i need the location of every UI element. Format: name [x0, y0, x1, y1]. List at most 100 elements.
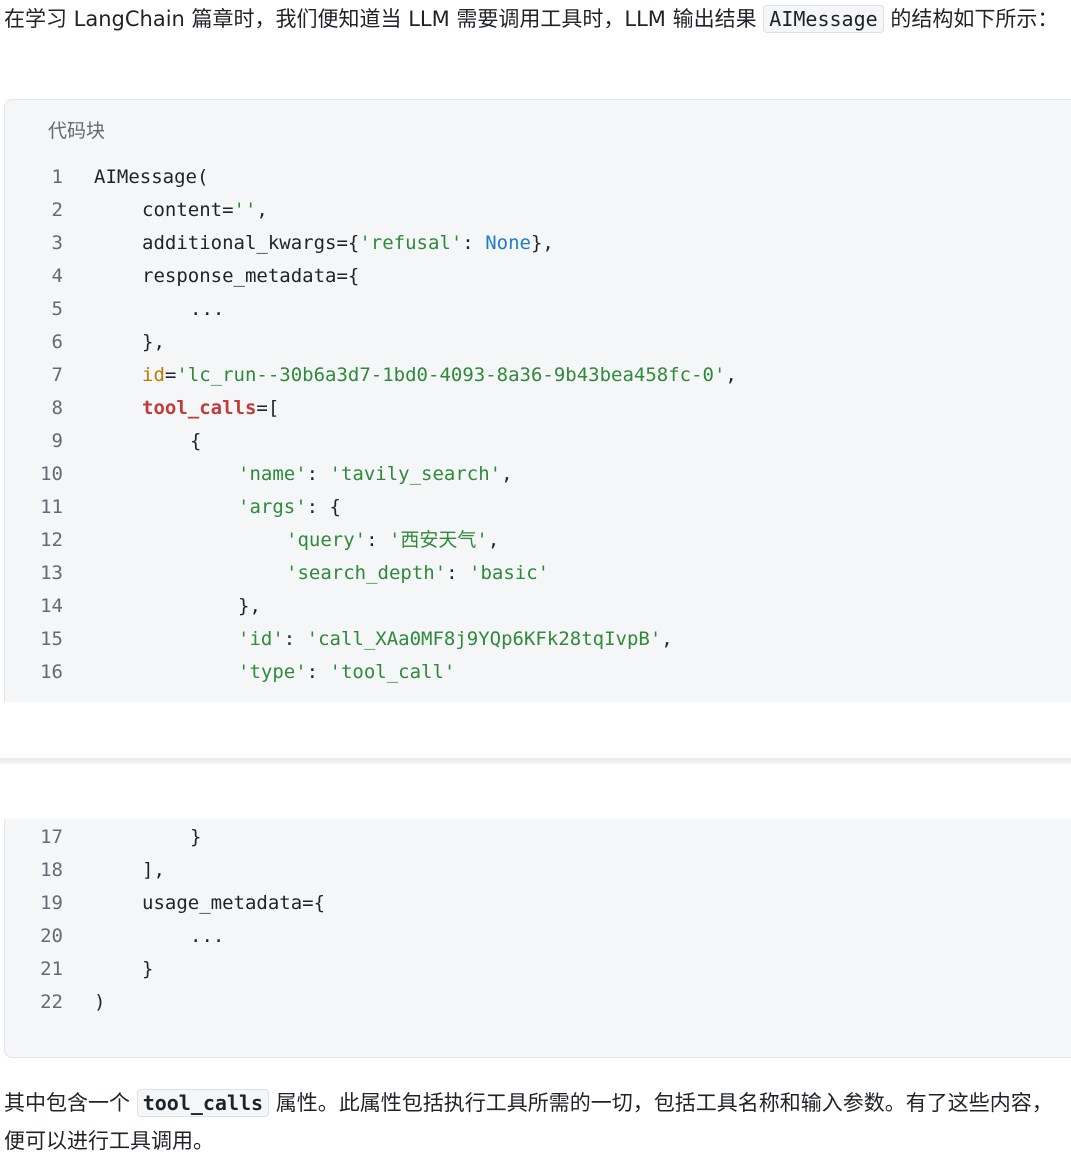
- code-token: },: [142, 331, 165, 353]
- code-token: 'lc_run--30b6a3d7-1bd0-4093-8a36-9b43bea…: [176, 364, 726, 386]
- line-code: },: [238, 590, 261, 623]
- intro-paragraph: 在学习 LangChain 篇章时，我们便知道当 LLM 需要调用工具时，LLM…: [4, 0, 1066, 38]
- line-number: 6: [51, 331, 63, 353]
- code-token: ,: [487, 529, 500, 551]
- code-token: content=: [142, 199, 234, 221]
- line-number: 9: [51, 430, 63, 452]
- line-number: 2: [51, 199, 63, 221]
- code-token: 'basic': [469, 562, 550, 584]
- line-number: 11: [40, 496, 63, 518]
- code-line: 3 additional_kwargs={'refusal': None},: [5, 227, 554, 260]
- code-token: {: [190, 430, 202, 452]
- code-token: },: [530, 232, 554, 254]
- line-code: 'name': 'tavily_search',: [238, 458, 513, 491]
- line-number: 15: [40, 628, 63, 650]
- code-token: =: [164, 364, 177, 386]
- code-token: 'tool_call': [329, 661, 456, 683]
- line-code: content='',: [142, 194, 268, 227]
- code-line: 9{: [5, 425, 202, 458]
- code-line: 21}: [5, 953, 153, 986]
- page-divider: [0, 758, 1071, 764]
- line-code: usage_metadata={: [142, 887, 325, 920]
- line-code: {: [190, 425, 201, 458]
- line-number: 22: [40, 991, 63, 1013]
- line-number: 14: [40, 595, 63, 617]
- line-code: 'id': 'call_XAa0MF8j9YQp6KFk28tqIvpB',: [238, 623, 673, 656]
- line-number: 17: [40, 826, 63, 848]
- line-code: tool_calls=[: [142, 392, 279, 425]
- line-code: id='lc_run--30b6a3d7-1bd0-4093-8a36-9b43…: [142, 359, 737, 392]
- code-line: 4 response_metadata={: [5, 260, 360, 293]
- line-number: 3: [51, 232, 63, 254]
- code-token: ,: [725, 364, 737, 386]
- line-number: 7: [51, 364, 63, 386]
- line-number: 5: [51, 298, 63, 320]
- intro-text-after: 的结构如下所示：: [883, 7, 1059, 31]
- code-token: 'tavily_search': [329, 463, 502, 485]
- code-token: ,: [256, 199, 268, 221]
- code-token: ,: [501, 463, 513, 485]
- code-token: 'query': [286, 529, 367, 551]
- code-token: 'refusal': [359, 232, 463, 254]
- code-line: 2 content='',: [5, 194, 268, 227]
- line-code: }: [190, 821, 201, 854]
- code-line: 1 AIMessage(: [5, 161, 209, 194]
- line-number: 8: [51, 397, 63, 419]
- code-token: 'type': [238, 661, 307, 683]
- code-token: ...: [190, 925, 225, 947]
- code-token: :: [366, 529, 389, 551]
- code-line: 5...: [5, 293, 225, 326]
- code-line: 7 id='lc_run--30b6a3d7-1bd0-4093-8a36-9b4…: [5, 359, 737, 392]
- code-token: ,: [661, 628, 673, 650]
- code-token: }: [190, 826, 202, 848]
- code-token: id: [142, 364, 165, 386]
- code-token: :: [446, 562, 470, 584]
- code-token: :: [462, 232, 486, 254]
- code-line: 11 'args': {: [5, 491, 341, 524]
- code-token: 'search_depth': [286, 562, 447, 584]
- line-number: 16: [40, 661, 63, 683]
- line-code: ],: [142, 854, 165, 887]
- code-line: 16 'type': 'tool_call': [5, 656, 455, 689]
- line-number: 20: [40, 925, 63, 947]
- code-token: additional_kwargs={: [142, 232, 360, 254]
- code-line: 6},: [5, 326, 165, 359]
- code-token: }: [142, 958, 154, 980]
- line-number: 12: [40, 529, 63, 551]
- outro-text-before: 其中包含一个: [4, 1091, 137, 1115]
- code-line: 8 tool_calls=[: [5, 392, 280, 425]
- line-code: }: [142, 953, 153, 986]
- line-code: 'query': '西安天气',: [286, 524, 499, 557]
- code-token: :: [306, 661, 330, 683]
- code-token: AIMessage(: [94, 166, 209, 188]
- code-line: 12 'query': '西安天气',: [5, 524, 499, 557]
- code-token: 'name': [238, 463, 307, 485]
- code-token: '': [233, 199, 257, 221]
- line-code: additional_kwargs={'refusal': None},: [142, 227, 554, 260]
- code-token: response_metadata={: [142, 265, 360, 287]
- code-line: 19 usage_metadata={: [5, 887, 325, 920]
- code-token: =[: [256, 397, 280, 419]
- code-line: 22): [5, 986, 105, 1019]
- line-number: 1: [51, 166, 63, 188]
- code-line: 14},: [5, 590, 261, 623]
- code-token: ): [94, 991, 106, 1013]
- code-line: 10 'name': 'tavily_search',: [5, 458, 512, 491]
- code-token: ...: [190, 298, 225, 320]
- line-code: ...: [190, 293, 224, 326]
- code-token: },: [238, 595, 261, 617]
- line-code: },: [142, 326, 165, 359]
- inline-code-tool-calls: tool_calls: [136, 1089, 270, 1117]
- code-token: tool_calls: [142, 397, 257, 419]
- code-token: None: [485, 232, 531, 254]
- line-number: 13: [40, 562, 63, 584]
- code-token: ],: [142, 859, 165, 881]
- code-token: 'id': [238, 628, 284, 650]
- line-number: 4: [51, 265, 63, 287]
- line-code: ...: [190, 920, 224, 953]
- code-line: 17}: [5, 821, 201, 854]
- outro-paragraph: 其中包含一个 tool_calls 属性。此属性包括执行工具所需的一切，包括工具…: [4, 1084, 1066, 1160]
- line-code: 'search_depth': 'basic': [286, 557, 549, 590]
- line-number: 21: [40, 958, 63, 980]
- line-code: response_metadata={: [142, 260, 359, 293]
